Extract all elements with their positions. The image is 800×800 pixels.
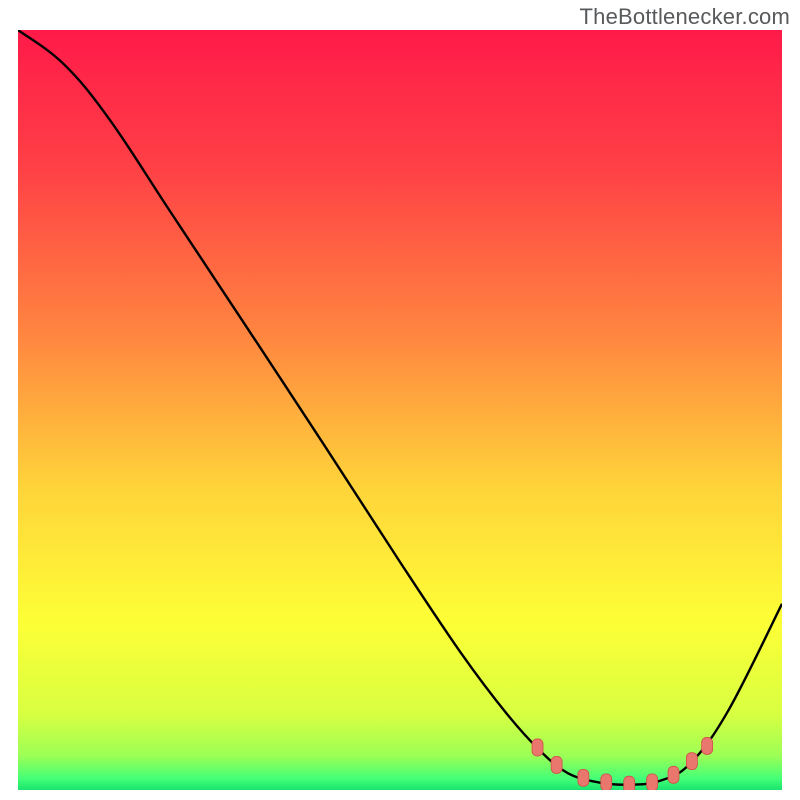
gradient-background	[18, 30, 782, 790]
chart-plot	[18, 30, 782, 790]
curve-marker	[624, 776, 635, 790]
curve-marker	[702, 737, 713, 754]
curve-marker	[668, 766, 679, 783]
watermark-text: TheBottlenecker.com	[580, 4, 790, 30]
curve-marker	[578, 769, 589, 786]
chart-frame: TheBottlenecker.com	[0, 0, 800, 800]
curve-marker	[551, 756, 562, 773]
chart-svg	[18, 30, 782, 790]
curve-marker	[686, 753, 697, 770]
curve-marker	[647, 774, 658, 790]
curve-marker	[601, 774, 612, 790]
curve-marker	[532, 739, 543, 756]
